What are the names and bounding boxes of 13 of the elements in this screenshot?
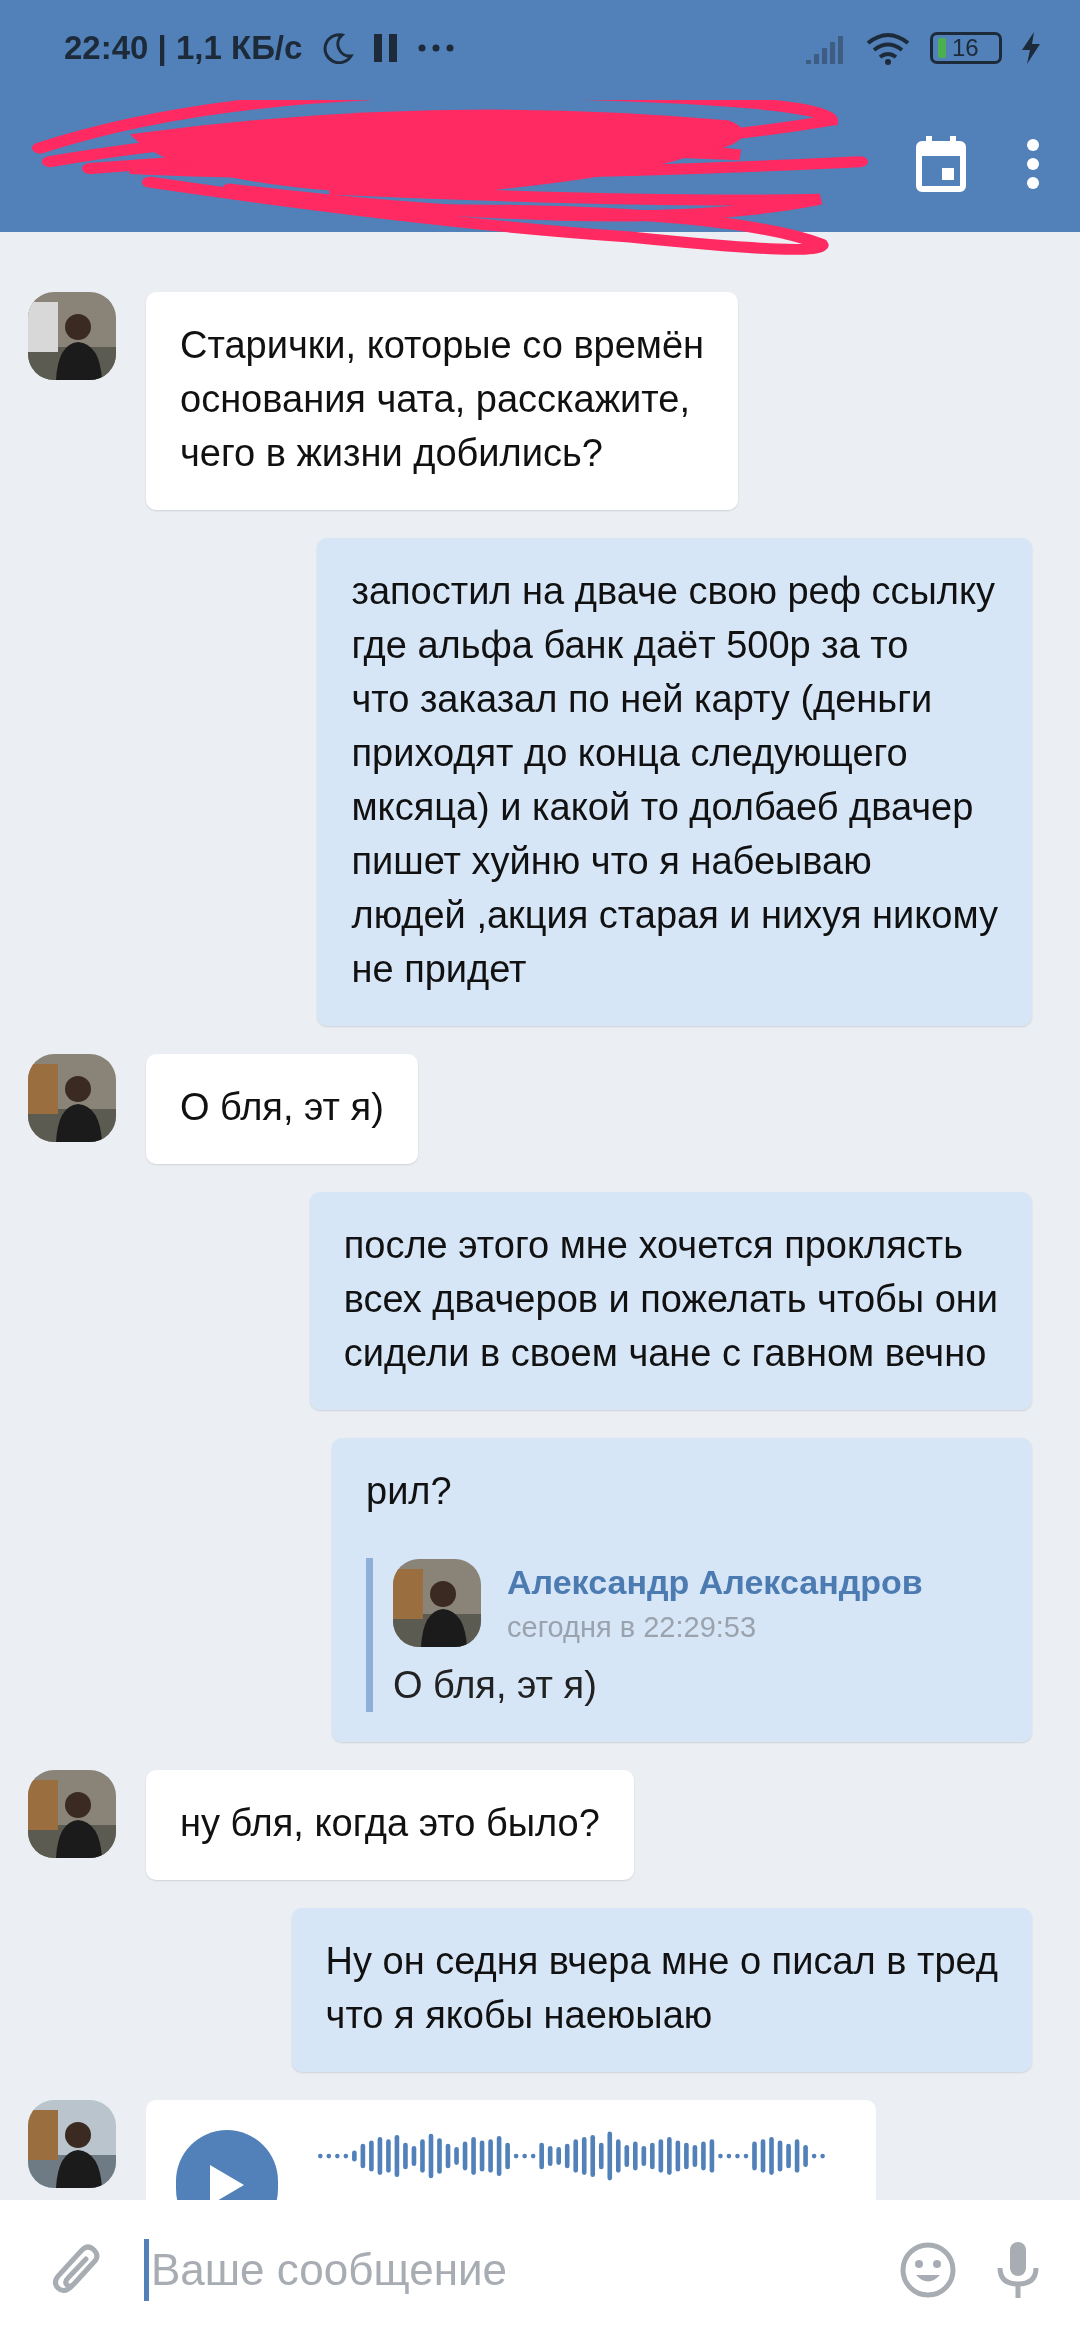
message-text: запостил на дваче свою реф ссылку где альфа банк даёт 500р за то что заказал по ней карту (деньги приходят до конца следующего мксяца) и какой то долбаеб двачер пишет хуйню что я набеываю людей ,акция старая и нихуя никому не придет [351,569,998,992]
message-text: после этого мне хочется проклясть всех двачеров и пожелать чтобы они сидели в своем чане с гавном вечно [343,1223,998,1376]
message-text: Старички, которые со времён основания чата, расскажите, чего в жизни добились? [180,323,705,476]
message-composer[interactable]: Ваше сообщение [0,2200,1080,2340]
message-text: ну бля, когда это было? [180,1801,600,1846]
message-text: О бля, эт я) [180,1085,384,1130]
message-text: рил? [366,1469,453,1514]
quote-time: сегодня в 22:29:53 [507,1610,758,1645]
battery-indicator: 16 [930,31,1002,64]
status-time: 22:40 | 1,1 КБ/с [64,28,303,67]
quote-author: Александр Александров [507,1562,923,1603]
quote-text: О бля, эт я) [393,1663,598,1708]
message-text: Ну он седня вчера мне о писал в тред что я якобы наеюыаю [325,1939,998,2038]
